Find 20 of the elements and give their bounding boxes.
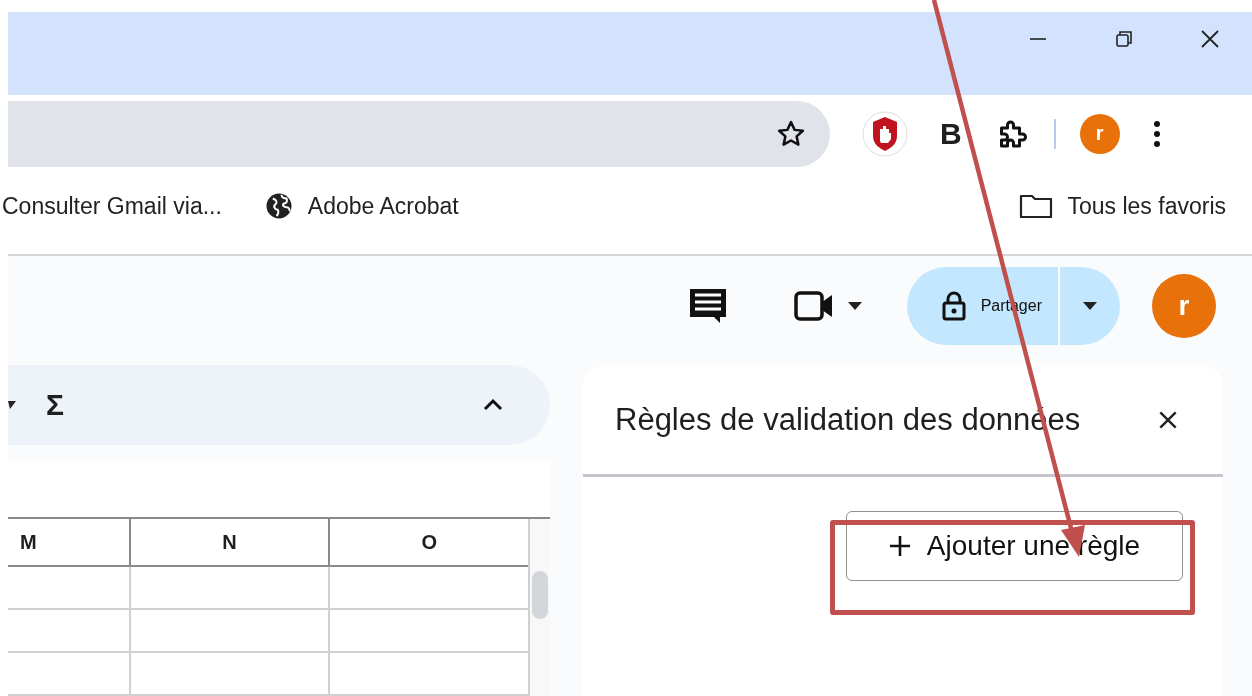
restore-icon[interactable] [1114,28,1134,49]
caret-icon[interactable] [8,400,16,410]
bookmark-folder[interactable]: Tous les favoris [1019,192,1226,220]
plus-icon [888,535,911,557]
folder-icon [1019,193,1054,219]
caret-icon [846,300,863,311]
stop-hand-icon[interactable] [862,110,908,157]
column-header[interactable]: N [128,519,329,565]
caret-icon [1082,300,1098,311]
bookmark-link[interactable]: Adobe Acrobat [263,191,459,221]
column-header[interactable]: M [8,519,129,565]
close-icon[interactable] [1200,28,1220,49]
functions-button[interactable]: Σ [46,388,64,422]
video-call-button[interactable] [792,288,863,323]
scrollbar-thumb[interactable] [532,571,548,619]
bookmark-link[interactable]: Consulter Gmail via... [2,192,222,220]
lock-icon [940,290,967,321]
extension-letter[interactable]: B [940,116,962,151]
chevron-up-icon[interactable] [482,398,504,412]
star-icon[interactable] [776,118,806,149]
